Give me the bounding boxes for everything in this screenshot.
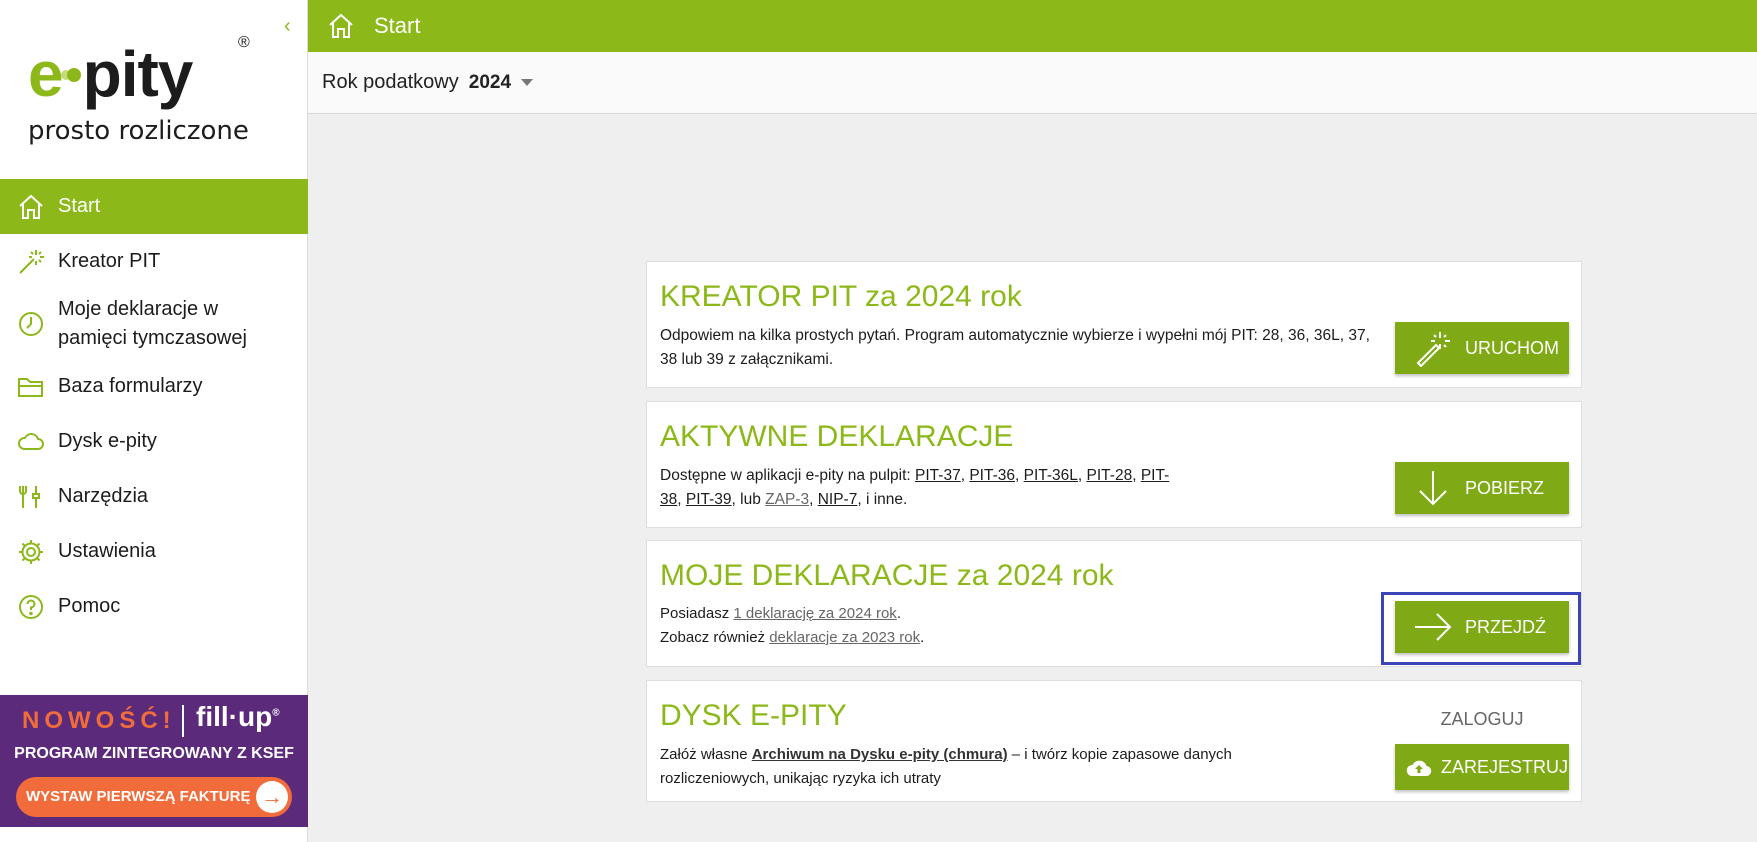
link-declarations-2023[interactable]: deklaracje za 2023 rok (769, 629, 920, 646)
folder-icon (16, 372, 46, 402)
sidebar-item-dysk-e-pity[interactable]: Dysk e-pity (0, 414, 308, 469)
promo-subtitle: PROGRAM ZINTEGROWANY Z KSEF (14, 745, 294, 762)
help-icon (16, 592, 46, 622)
home-icon[interactable] (326, 11, 356, 41)
card-description: Odpowiem na kilka prostych pytań. Progra… (660, 327, 1370, 368)
promo-cta-label: WYSTAW PIERWSZĄ FAKTURĘ (26, 788, 251, 805)
card-description: Załóż własne Archiwum na Dysku e-pity (c… (660, 746, 1232, 787)
uruchom-button-label: URUCHOM (1465, 337, 1559, 358)
link-archiwum-dysk[interactable]: Archiwum na Dysku e-pity (chmura) (752, 746, 1008, 763)
logo-tagline: prosto rozliczone (28, 116, 249, 146)
card-title: AKTYWNE DEKLARACJE (660, 420, 1014, 453)
fill-up-promo-banner[interactable]: NOWOŚĆ! fill·up® PROGRAM ZINTEGROWANY Z … (0, 695, 308, 827)
download-arrow-icon (1411, 466, 1455, 510)
logo-wordmark: e pity (28, 38, 193, 110)
sidebar-item-ustawienia[interactable]: Ustawienia (0, 524, 308, 579)
card-title: MOJE DEKLARACJE za 2024 rok (660, 559, 1114, 592)
zarejestruj-button[interactable]: ZAREJESTRUJ (1395, 744, 1569, 790)
sidebar-nav: Start Kreator PIT Moje deklaracje w pami… (0, 179, 308, 634)
sidebar-item-pomoc[interactable]: Pomoc (0, 579, 308, 634)
zarejestruj-button-label: ZAREJESTRUJ (1441, 756, 1569, 777)
sidebar-item-label: Start (58, 195, 101, 217)
tax-year-label: Rok podatkowy (322, 71, 459, 93)
card-description: Posiadasz 1 deklarację za 2024 rok. Zoba… (660, 602, 1380, 650)
promo-divider (182, 705, 184, 737)
logo: e pity ® prosto rozliczone (0, 30, 308, 160)
arrow-right-icon: → (256, 781, 288, 813)
link-zap-3[interactable]: ZAP-3 (765, 491, 809, 508)
sidebar-item-label: Narzędzia (58, 485, 149, 507)
page-title: Start (374, 13, 421, 38)
card-moje-deklaracje: MOJE DEKLARACJE za 2024 rok Posiadasz 1 … (646, 540, 1582, 667)
promo-cta-button[interactable]: WYSTAW PIERWSZĄ FAKTURĘ → (16, 777, 292, 817)
card-aktywne-deklaracje: AKTYWNE DEKLARACJE Dostępne w aplikacji … (646, 401, 1582, 528)
promo-brand: fill·up® (196, 701, 280, 732)
sidebar: ‹ e pity ® prosto rozliczone Start Kreato… (0, 0, 308, 842)
link-pit-28[interactable]: PIT-28 (1087, 467, 1133, 484)
sidebar-item-baza-formularzy[interactable]: Baza formularzy (0, 359, 308, 414)
zaloguj-link[interactable]: ZALOGUJ (1395, 709, 1569, 730)
przejdz-button[interactable]: PRZEJDŹ (1395, 601, 1569, 653)
card-dysk-e-pity: DYSK E-PITY Załóż własne Archiwum na Dys… (646, 680, 1582, 802)
link-declarations-2024[interactable]: 1 deklarację za 2024 rok (733, 605, 896, 622)
tax-year-value: 2024 (468, 71, 512, 93)
sidebar-item-label: Pomoc (58, 595, 121, 617)
card-kreator-pit: KREATOR PIT za 2024 rok Odpowiem na kilk… (646, 261, 1582, 388)
tools-icon (16, 482, 46, 512)
sidebar-item-label: Kreator PIT (58, 250, 161, 272)
card-title: DYSK E-PITY (660, 699, 847, 732)
sidebar-item-label: Dysk e-pity (58, 430, 157, 452)
card-description: Dostępne w aplikacji e-pity na pulpit: P… (660, 467, 1170, 508)
cloud-upload-icon (1405, 745, 1433, 789)
link-pit-36[interactable]: PIT-36 (969, 467, 1015, 484)
home-icon (16, 192, 46, 222)
declarations-count-line: Posiadasz 1 deklarację za 2024 rok. (660, 605, 901, 622)
sidebar-item-label: Ustawienia (58, 540, 156, 562)
sidebar-item-moje-deklaracje[interactable]: Moje deklaracje w pamięci tymczasowej (0, 289, 308, 359)
pobierz-button-label: POBIERZ (1465, 477, 1545, 498)
sidebar-item-label: Baza formularzy (58, 375, 203, 397)
link-pit-37[interactable]: PIT-37 (915, 467, 961, 484)
tax-year-dropdown[interactable]: 2024 (468, 71, 534, 94)
przejdz-button-label: PRZEJDŹ (1465, 616, 1546, 637)
top-bar: Start (308, 0, 1757, 52)
link-pit-39[interactable]: PIT-39 (686, 491, 732, 508)
magic-wand-icon (1411, 326, 1455, 370)
link-pit-36l[interactable]: PIT-36L (1024, 467, 1078, 484)
link-nip-7[interactable]: NIP-7 (818, 491, 858, 508)
promo-badge: NOWOŚĆ! (22, 707, 176, 734)
arrow-right-icon (1411, 605, 1455, 649)
caret-down-icon (521, 79, 534, 86)
sidebar-item-narzedzia[interactable]: Narzędzia (0, 469, 308, 524)
pobierz-button[interactable]: POBIERZ (1395, 462, 1569, 514)
sidebar-item-label: Moje deklaracje w pamięci tymczasowej (58, 298, 247, 349)
tax-year-bar: Rok podatkowy 2024 (308, 52, 1757, 114)
clock-icon (16, 309, 46, 339)
cloud-icon (16, 427, 46, 457)
gear-icon (16, 537, 46, 567)
declarations-previous-line: Zobacz również deklaracje za 2023 rok. (660, 629, 925, 646)
magic-wand-icon (16, 247, 46, 277)
sidebar-item-kreator-pit[interactable]: Kreator PIT (0, 234, 308, 289)
card-title: KREATOR PIT za 2024 rok (660, 280, 1022, 313)
logo-registered-mark: ® (238, 34, 250, 51)
sidebar-item-start[interactable]: Start (0, 179, 308, 234)
uruchom-button[interactable]: URUCHOM (1395, 322, 1569, 374)
